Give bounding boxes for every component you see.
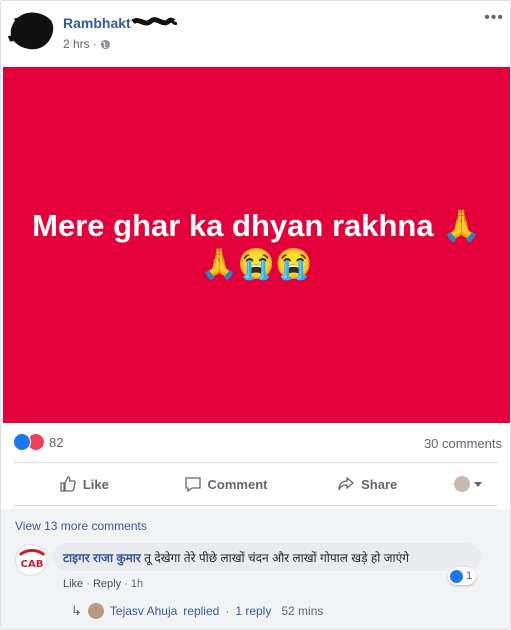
comment-text: तू देखेगा तेरे पीछे लाखों चंदन और लाखों … [144, 551, 410, 565]
banner-text-line1: Mere ghar ka dhyan rakhna 🙏 [32, 208, 481, 243]
commenter-avatar-text: CAB [21, 559, 44, 570]
comment-bubble: टाइगर राजा कुमार तू देखेगा तेरे पीछे लाख… [53, 543, 481, 571]
post-card: Rambhakt 2 hrs · ••• Mere ghar ka dhyan … [0, 0, 511, 630]
author-avatar[interactable] [7, 9, 57, 53]
like-button-label: Like [82, 476, 109, 492]
meta-separator: · [92, 37, 97, 51]
share-button[interactable]: Share [296, 475, 438, 493]
meta-separator: · [225, 604, 230, 618]
more-options-icon[interactable]: ••• [484, 9, 504, 27]
meta-separator: · [86, 578, 90, 590]
reply-arrow-icon: ↳ [71, 603, 82, 618]
meta-separator: · [124, 578, 128, 590]
reaction-count: 82 [49, 434, 64, 450]
reply-time: 52 mins [281, 604, 324, 618]
reply-count: 1 reply [235, 604, 272, 618]
share-icon [338, 476, 355, 491]
comments-count-link[interactable]: 30 comments [424, 436, 502, 451]
like-button[interactable]: Like [13, 475, 155, 493]
comment-reaction-badge[interactable]: 1 [448, 567, 477, 585]
post-as-selector[interactable] [438, 476, 498, 492]
thumbs-up-icon [60, 476, 76, 492]
comment-time[interactable]: 1h [131, 578, 143, 590]
post-time[interactable]: 2 hrs [63, 37, 90, 51]
replies-link[interactable]: ↳ Tejasv Ahuja replied · 1 reply 52 mins [71, 603, 323, 619]
chevron-down-icon [474, 481, 483, 487]
comment-meta: Like · Reply · 1h [63, 578, 143, 590]
profile-avatar [454, 476, 471, 492]
divider [13, 462, 498, 463]
comment-button-label: Comment [207, 476, 268, 492]
comment-like-count: 1 [466, 570, 473, 582]
comment-author[interactable]: टाइगर राजा कुमार [63, 551, 141, 565]
redaction-scribble [131, 17, 177, 26]
replier-name: Tejasv Ahuja [109, 604, 178, 618]
like-reaction-icon [450, 569, 463, 583]
share-button-label: Share [361, 476, 398, 492]
view-more-comments-link[interactable]: View 13 more comments [15, 519, 147, 533]
replied-label: replied [183, 604, 220, 618]
commenter-avatar[interactable]: CAB [15, 544, 47, 576]
reactions-summary[interactable]: 82 [13, 433, 63, 451]
globe-icon[interactable] [100, 39, 111, 50]
replier-avatar [87, 603, 104, 619]
comment-reply-link[interactable]: Reply [93, 578, 121, 590]
comment-icon [184, 477, 201, 493]
banner-text-line2: 🙏😭😭 [200, 248, 313, 281]
divider [13, 505, 498, 506]
post-meta: 2 hrs · [63, 37, 111, 51]
post-background-banner: Mere ghar ka dhyan rakhna 🙏 🙏😭😭 [3, 67, 510, 423]
post-actions: Like Comment Share [13, 467, 498, 501]
like-reaction-icon [13, 433, 31, 451]
comment-button[interactable]: Comment [155, 475, 297, 493]
author-name[interactable]: Rambhakt [63, 15, 131, 31]
comment-like-link[interactable]: Like [63, 578, 83, 590]
